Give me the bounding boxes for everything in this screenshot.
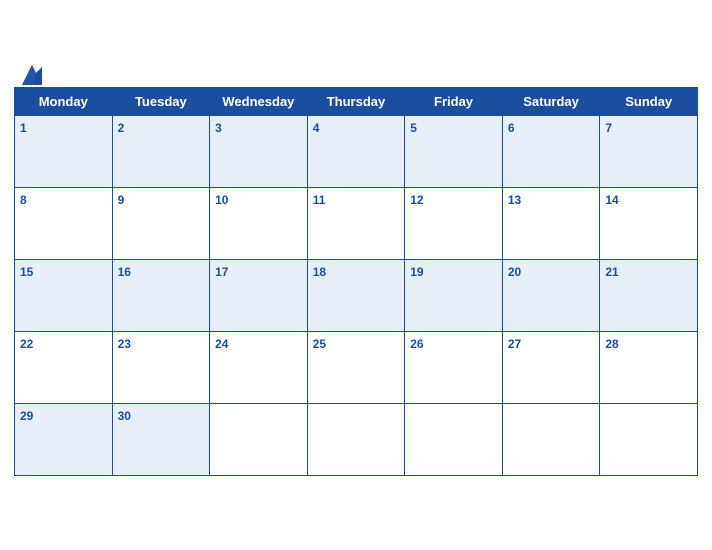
calendar-day-cell — [307, 403, 405, 475]
day-number: 25 — [313, 337, 326, 351]
day-number: 9 — [118, 193, 125, 207]
calendar-day-cell: 21 — [600, 259, 698, 331]
calendar-day-cell: 15 — [15, 259, 113, 331]
header-sunday: Sunday — [600, 87, 698, 115]
calendar-day-cell: 6 — [502, 115, 600, 187]
day-number: 19 — [410, 265, 423, 279]
calendar-day-cell: 8 — [15, 187, 113, 259]
calendar-day-cell: 25 — [307, 331, 405, 403]
calendar-day-cell: 3 — [210, 115, 308, 187]
weekday-header-row: Monday Tuesday Wednesday Thursday Friday… — [15, 87, 698, 115]
day-number: 7 — [605, 121, 612, 135]
calendar-day-cell: 13 — [502, 187, 600, 259]
calendar-day-cell: 29 — [15, 403, 113, 475]
header-tuesday: Tuesday — [112, 87, 210, 115]
day-number: 3 — [215, 121, 222, 135]
day-number: 2 — [118, 121, 125, 135]
day-number: 18 — [313, 265, 326, 279]
day-number: 23 — [118, 337, 131, 351]
calendar-day-cell: 10 — [210, 187, 308, 259]
calendar-day-cell: 28 — [600, 331, 698, 403]
calendar-day-cell — [502, 403, 600, 475]
calendar-thead: Monday Tuesday Wednesday Thursday Friday… — [15, 87, 698, 115]
calendar-day-cell: 30 — [112, 403, 210, 475]
day-number: 24 — [215, 337, 228, 351]
day-number: 11 — [313, 193, 326, 207]
calendar-day-cell: 18 — [307, 259, 405, 331]
day-number: 17 — [215, 265, 228, 279]
calendar-day-cell: 12 — [405, 187, 503, 259]
day-number: 20 — [508, 265, 521, 279]
calendar-day-cell — [600, 403, 698, 475]
calendar-day-cell: 11 — [307, 187, 405, 259]
calendar-table: Monday Tuesday Wednesday Thursday Friday… — [14, 87, 698, 476]
logo-icon — [14, 57, 50, 93]
calendar-day-cell: 20 — [502, 259, 600, 331]
calendar-day-cell — [210, 403, 308, 475]
header-saturday: Saturday — [502, 87, 600, 115]
day-number: 8 — [20, 193, 27, 207]
day-number: 10 — [215, 193, 228, 207]
header-wednesday: Wednesday — [210, 87, 308, 115]
calendar-day-cell: 23 — [112, 331, 210, 403]
day-number: 12 — [410, 193, 423, 207]
calendar-day-cell: 9 — [112, 187, 210, 259]
calendar-week-row: 15 16 17 18 19 20 21 — [15, 259, 698, 331]
calendar-day-cell: 17 — [210, 259, 308, 331]
header-friday: Friday — [405, 87, 503, 115]
calendar-day-cell: 1 — [15, 115, 113, 187]
calendar-day-cell: 5 — [405, 115, 503, 187]
day-number: 1 — [20, 121, 27, 135]
logo-area — [14, 57, 52, 93]
day-number: 13 — [508, 193, 521, 207]
calendar-week-row: 8 9 10 11 12 13 14 — [15, 187, 698, 259]
calendar-header — [14, 71, 698, 79]
calendar-day-cell — [405, 403, 503, 475]
day-number: 16 — [118, 265, 131, 279]
calendar-day-cell: 4 — [307, 115, 405, 187]
day-number: 22 — [20, 337, 33, 351]
day-number: 14 — [605, 193, 618, 207]
day-number: 28 — [605, 337, 618, 351]
day-number: 21 — [605, 265, 618, 279]
calendar-day-cell: 19 — [405, 259, 503, 331]
calendar-day-cell: 26 — [405, 331, 503, 403]
calendar-day-cell: 2 — [112, 115, 210, 187]
day-number: 4 — [313, 121, 320, 135]
day-number: 30 — [118, 409, 131, 423]
calendar-day-cell: 14 — [600, 187, 698, 259]
calendar-week-row: 22 23 24 25 26 27 28 — [15, 331, 698, 403]
calendar-day-cell: 27 — [502, 331, 600, 403]
calendar-body: 1234567891011121314151617181920212223242… — [15, 115, 698, 475]
logo-combined — [14, 57, 52, 93]
calendar-day-cell: 24 — [210, 331, 308, 403]
day-number: 29 — [20, 409, 33, 423]
calendar-wrapper: Monday Tuesday Wednesday Thursday Friday… — [0, 61, 712, 490]
calendar-week-row: 29 30 — [15, 403, 698, 475]
day-number: 6 — [508, 121, 515, 135]
day-number: 5 — [410, 121, 417, 135]
day-number: 27 — [508, 337, 521, 351]
header-thursday: Thursday — [307, 87, 405, 115]
calendar-day-cell: 22 — [15, 331, 113, 403]
day-number: 15 — [20, 265, 33, 279]
calendar-week-row: 1 2 3 4 5 6 7 — [15, 115, 698, 187]
calendar-day-cell: 7 — [600, 115, 698, 187]
calendar-day-cell: 16 — [112, 259, 210, 331]
day-number: 26 — [410, 337, 423, 351]
